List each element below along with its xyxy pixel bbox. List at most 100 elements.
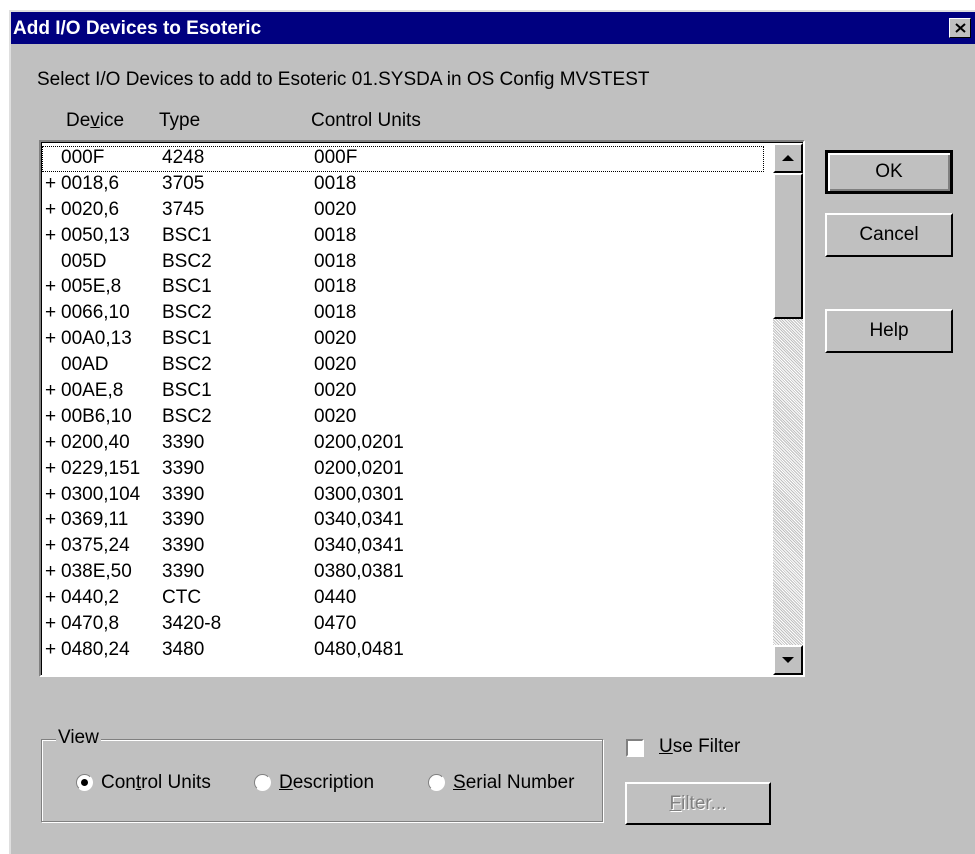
vertical-scrollbar[interactable] (773, 143, 803, 675)
control-units-cell: 0020 (314, 198, 357, 220)
expand-indicator: + (45, 613, 57, 635)
control-units-cell: 0020 (314, 328, 357, 350)
device-list: 000F 4248 000F +0018,6 3705 0018 +0020,6 3745 00… (42, 146, 768, 664)
expand-indicator: + (45, 224, 57, 246)
control-units-cell: 0200,0201 (314, 431, 404, 453)
table-row[interactable]: +0200,40 3390 0200,0201 (42, 431, 768, 457)
control-units-cell: 0200,0201 (314, 457, 404, 479)
use-filter-checkbox[interactable] (626, 739, 644, 757)
device-cell: 0369,11 (61, 509, 129, 531)
type-cell: BSC2 (162, 354, 212, 376)
table-row[interactable]: +00AE,8 BSC1 0020 (42, 379, 768, 405)
radio-button[interactable] (428, 774, 445, 791)
control-units-cell: 0018 (314, 302, 357, 324)
device-header-part1: De (66, 110, 91, 131)
type-cell: BSC2 (162, 302, 212, 324)
listbox-frame: 000F 4248 000F +0018,6 3705 0018 +0020,6 3745 00… (41, 142, 803, 675)
device-cell: 00AE,8 (61, 380, 124, 402)
control-units-cell: 0020 (314, 354, 357, 376)
table-row[interactable]: 00AD BSC2 0020 (42, 353, 768, 379)
scroll-down-button[interactable] (773, 645, 803, 675)
control-units-cell: 0340,0341 (314, 535, 404, 557)
expand-indicator: + (45, 172, 57, 194)
view-group-label: View (56, 727, 101, 749)
device-cell: 0066,10 (61, 302, 130, 324)
device-cell: 038E,50 (61, 561, 132, 583)
use-filter-label[interactable]: Use Filter (659, 736, 740, 758)
type-cell: 3390 (162, 457, 205, 479)
device-cell: 00B6,10 (61, 405, 132, 427)
control-units-cell: 0018 (314, 224, 357, 246)
radio-control-units-label: Control Units (101, 772, 211, 793)
device-cell: 0018,6 (61, 172, 120, 194)
table-row[interactable]: +0018,6 3705 0018 (42, 172, 768, 198)
arrow-up-icon (782, 155, 794, 161)
add-io-devices-dialog: Add I/O Devices to Esoteric Select I/O D… (9, 10, 975, 854)
table-row[interactable]: +0470,8 3420-8 0470 (42, 612, 768, 638)
radio-button[interactable] (254, 774, 271, 791)
expand-indicator: + (45, 535, 57, 557)
table-row[interactable]: +0050,13 BSC1 0018 (42, 224, 768, 250)
type-cell: 3745 (162, 198, 205, 220)
scroll-up-button[interactable] (773, 143, 803, 173)
expand-indicator: + (45, 587, 57, 609)
view-groupbox: View Control Units Description Serial Nu… (41, 727, 603, 822)
table-row[interactable]: +038E,50 3390 0380,0381 (42, 560, 768, 586)
type-cell: 3390 (162, 483, 205, 505)
table-row[interactable]: 000F 4248 000F (42, 146, 764, 172)
scroll-thumb[interactable] (773, 173, 803, 319)
table-row[interactable]: +0020,6 3745 0020 (42, 198, 768, 224)
table-row[interactable]: +0375,24 3390 0340,0341 (42, 534, 768, 560)
expand-indicator: + (45, 328, 57, 350)
close-icon (955, 23, 966, 33)
table-row[interactable]: +00A0,13 BSC1 0020 (42, 327, 768, 353)
table-row[interactable]: +0480,24 3480 0480,0481 (42, 638, 768, 664)
expand-indicator: + (45, 457, 57, 479)
control-units-cell: 0020 (314, 380, 357, 402)
control-units-cell: 0018 (314, 250, 357, 272)
cancel-button[interactable]: Cancel (825, 213, 953, 257)
device-cell: 0020,6 (61, 198, 120, 220)
table-row[interactable]: +0369,11 3390 0340,0341 (42, 508, 768, 534)
title-bar[interactable]: Add I/O Devices to Esoteric (11, 12, 975, 44)
control-units-cell: 000F (314, 147, 358, 168)
expand-indicator: + (45, 509, 57, 531)
control-units-cell: 0380,0381 (314, 561, 404, 583)
table-row[interactable]: +005E,8 BSC1 0018 (42, 275, 768, 301)
device-cell: 0480,24 (61, 638, 130, 660)
device-cell: 000F (61, 147, 105, 168)
table-row[interactable]: +0066,10 BSC2 0018 (42, 301, 768, 327)
type-cell: BSC2 (162, 405, 212, 427)
control-units-cell: 0470 (314, 613, 357, 635)
device-cell: 0470,8 (61, 613, 120, 635)
table-row[interactable]: +0300,104 3390 0300,0301 (42, 483, 768, 509)
type-cell: BSC1 (162, 328, 212, 350)
expand-indicator: + (45, 405, 57, 427)
table-row[interactable]: +00B6,10 BSC2 0020 (42, 405, 768, 431)
radio-button-selected[interactable] (76, 774, 93, 791)
type-cell: 3390 (162, 561, 205, 583)
type-cell: 3705 (162, 172, 205, 194)
device-cell: 0375,24 (61, 535, 130, 557)
expand-indicator: + (45, 276, 57, 298)
table-row[interactable]: +0229,151 3390 0200,0201 (42, 457, 768, 483)
expand-indicator: + (45, 483, 57, 505)
device-cell: 005E,8 (61, 276, 122, 298)
close-button[interactable] (949, 18, 971, 38)
device-cell: 0300,104 (61, 483, 141, 505)
expand-indicator: + (45, 431, 57, 453)
table-row[interactable]: +0440,2 CTC 0440 (42, 586, 768, 612)
filter-button[interactable]: Filter... (625, 782, 771, 825)
type-cell: 3480 (162, 638, 205, 660)
device-cell: 0229,151 (61, 457, 141, 479)
device-listbox[interactable]: 000F 4248 000F +0018,6 3705 0018 +0020,6 3745 00… (39, 140, 805, 677)
ok-button[interactable]: OK (825, 150, 953, 194)
help-button[interactable]: Help (825, 309, 953, 353)
device-cell: 0200,40 (61, 431, 130, 453)
type-cell: BSC1 (162, 276, 212, 298)
device-cell: 00AD (61, 354, 109, 376)
column-header-device: Device (66, 110, 124, 132)
table-row[interactable]: 005D BSC2 0018 (42, 250, 768, 276)
device-cell: 005D (61, 250, 107, 272)
control-units-cell: 0020 (314, 405, 357, 427)
